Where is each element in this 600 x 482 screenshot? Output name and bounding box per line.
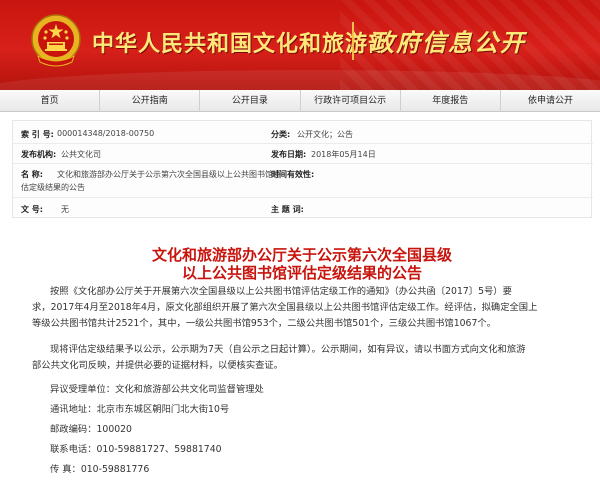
main-nav: 首页 公开指南 公开目录 行政许可项目公示 年度报告 依申请公开 (0, 89, 600, 112)
meta-divider (13, 197, 593, 198)
contact-fax: 传 真：010-59881776 (50, 464, 150, 475)
topic-label: 主 题 词: (271, 205, 304, 214)
document-metadata: 索 引 号: 000014348/2018-00750 分类: 公开文化；公告 … (12, 120, 593, 218)
contact-block: 异议受理单位：文化和旅游部公共文化司监督管理处 通讯地址：北京市东城区朝阳门北大… (50, 380, 264, 480)
name-label: 名 称: (21, 170, 43, 179)
date-label: 发布日期: (271, 150, 307, 159)
header-banner: 中华人民共和国文化和旅游部 政府信息公开 (0, 0, 600, 90)
paragraph-line: 求，2017年4月至2018年4月，原文化部组织开展了第六次全国县级以上公共图书… (32, 302, 538, 313)
category-value: 公开文化；公告 (297, 130, 353, 139)
national-emblem-icon (31, 14, 81, 67)
paragraph-1: 按照《文化部办公厅关于开展第六次全国县级以上公共图书馆评估定级工作的通知》（办公… (12, 284, 537, 332)
banner-divider (352, 22, 354, 60)
paragraph-2: 现将评估定级结果予以公示，公示期为7天（自公示之日起计算）。公示期间，如有异议，… (12, 342, 525, 374)
contact-zip: 邮政编码：100020 (50, 424, 132, 435)
date-value: 2018年05月14日 (311, 150, 376, 159)
nav-item-permits[interactable]: 行政许可项目公示 (301, 89, 401, 112)
meta-divider (13, 143, 593, 144)
contact-unit: 异议受理单位：文化和旅游部公共文化司监督管理处 (50, 384, 264, 395)
nav-item-home[interactable]: 首页 (0, 89, 101, 112)
name-value-line2: 估定级结果的公告 (21, 183, 85, 192)
category-label: 分类: (271, 130, 291, 139)
paragraph-line: 按照《文化部办公厅关于开展第六次全国县级以上公共图书馆评估定级工作的通知》（办公… (50, 286, 512, 297)
validity-label: 时间有效性: (271, 170, 315, 179)
publisher-label: 发布机构: (21, 150, 57, 159)
meta-divider (13, 163, 593, 164)
paragraph-line: 现将评估定级结果予以公示，公示期为7天（自公示之日起计算）。公示期间，如有异议，… (50, 344, 526, 355)
article-title-line2: 以上公共图书馆评估定级结果的公告 (181, 264, 422, 282)
index-value: 000014348/2018-00750 (57, 129, 155, 138)
paragraph-line: 等级公共图书馆共计2521个，其中，一级公共图书馆953个，二级公共图书馆501… (32, 318, 496, 329)
nav-item-catalog[interactable]: 公开目录 (200, 89, 301, 112)
docno-value: 无 (61, 205, 69, 214)
name-value-line1: 文化和旅游部办公厅关于公示第六次全国县级以上公共图书馆评 (57, 170, 281, 179)
article-title-line1: 文化和旅游部办公厅关于公示第六次全国县级 (151, 246, 452, 264)
nav-item-annual-report[interactable]: 年度报告 (401, 89, 501, 112)
nav-item-apply-disclosure[interactable]: 依申请公开 (501, 90, 600, 112)
index-label: 索 引 号: (21, 130, 54, 139)
article: 文化和旅游部办公厅关于公示第六次全国县级 以上公共图书馆评估定级结果的公告 按照… (12, 224, 592, 482)
docno-label: 文 号: (21, 205, 43, 214)
contact-phone: 联系电话：010-59881727、59881740 (50, 444, 222, 455)
banner-subtitle: 政府信息公开 (370, 28, 526, 57)
paragraph-line: 部公共文化司反映，并提供必要的证据材料，以便核实查证。 (32, 360, 284, 371)
publisher-value: 公共文化司 (61, 150, 101, 159)
ministry-name: 中华人民共和国文化和旅游部 (92, 31, 392, 57)
nav-item-guide[interactable]: 公开指南 (100, 89, 201, 112)
contact-address: 通讯地址：北京市东城区朝阳门北大街10号 (50, 404, 230, 415)
